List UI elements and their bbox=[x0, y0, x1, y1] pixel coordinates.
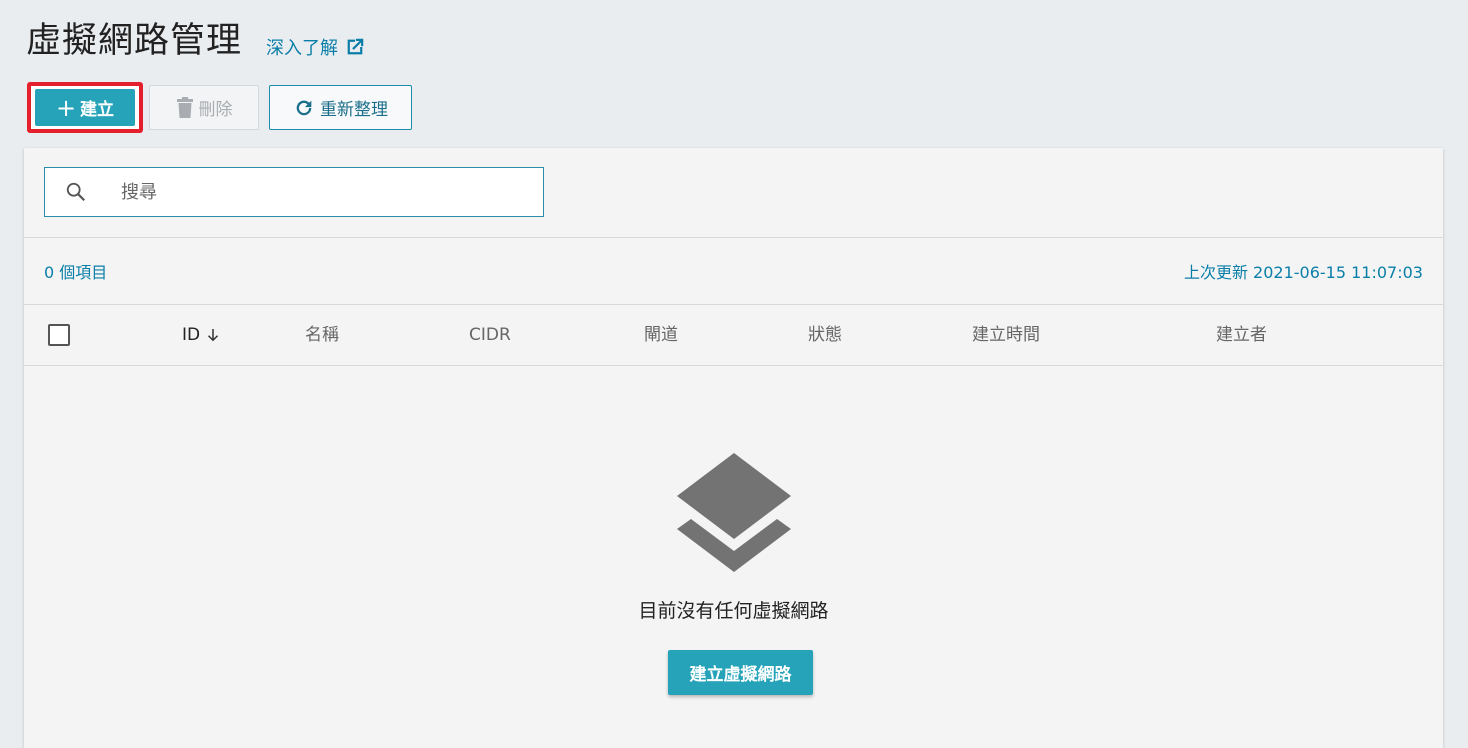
network-list-panel: 0 個項目 上次更新 2021-06-15 11:07:03 ID 名稱 CID… bbox=[24, 148, 1443, 748]
last-updated: 上次更新 2021-06-15 11:07:03 bbox=[1183, 263, 1423, 282]
create-button-label: 建立 bbox=[80, 100, 115, 120]
item-count: 0 個項目 bbox=[44, 263, 108, 282]
learn-more-link[interactable]: 深入了解 bbox=[266, 34, 366, 60]
delete-button[interactable]: 刪除 bbox=[149, 85, 259, 130]
toolbar: + 建立 刪除 重新整理 bbox=[27, 82, 412, 133]
select-all-checkbox[interactable] bbox=[48, 324, 70, 346]
create-button-highlight: + 建立 bbox=[27, 82, 143, 133]
column-gateway[interactable]: 閘道 bbox=[644, 305, 678, 365]
refresh-icon bbox=[296, 100, 312, 115]
external-link-icon bbox=[347, 38, 364, 55]
column-cidr[interactable]: CIDR bbox=[469, 305, 511, 365]
search-area bbox=[24, 148, 1443, 238]
plus-icon: + bbox=[55, 93, 77, 122]
table-header: ID 名稱 CIDR 閘道 狀態 建立時間 建立者 bbox=[24, 305, 1443, 366]
meta-row: 0 個項目 上次更新 2021-06-15 11:07:03 bbox=[24, 238, 1443, 305]
arrow-down-icon bbox=[208, 329, 219, 342]
page-header: 虛擬網路管理 深入了解 bbox=[26, 18, 366, 64]
empty-state-message: 目前沒有任何虛擬網路 bbox=[638, 600, 829, 622]
column-id-label: ID bbox=[182, 325, 201, 345]
search-box[interactable] bbox=[44, 167, 544, 217]
refresh-button-label: 重新整理 bbox=[320, 100, 388, 120]
layers-icon bbox=[676, 453, 791, 572]
page-title: 虛擬網路管理 bbox=[26, 21, 243, 61]
column-status[interactable]: 狀態 bbox=[808, 305, 842, 365]
search-icon bbox=[66, 182, 86, 202]
trash-icon bbox=[176, 96, 193, 118]
column-created-time[interactable]: 建立時間 bbox=[972, 305, 1040, 365]
create-network-button[interactable]: 建立虛擬網路 bbox=[668, 650, 813, 695]
column-creator[interactable]: 建立者 bbox=[1216, 305, 1267, 365]
create-button[interactable]: + 建立 bbox=[35, 89, 135, 126]
delete-button-label: 刪除 bbox=[198, 100, 233, 120]
search-input[interactable] bbox=[119, 180, 503, 204]
refresh-button[interactable]: 重新整理 bbox=[269, 85, 412, 130]
empty-state-icon-wrap bbox=[24, 453, 1443, 577]
column-id[interactable]: ID bbox=[182, 305, 222, 365]
column-name[interactable]: 名稱 bbox=[305, 305, 339, 365]
learn-more-label: 深入了解 bbox=[266, 38, 339, 59]
